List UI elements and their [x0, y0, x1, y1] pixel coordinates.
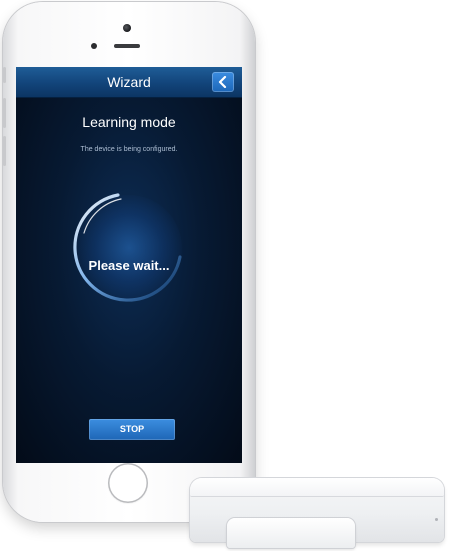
- phone-screen: Wizard Learning mode The device is being…: [16, 67, 242, 463]
- front-camera: [123, 24, 131, 32]
- please-wait-label: Please wait...: [88, 258, 170, 273]
- home-button[interactable]: [108, 463, 148, 503]
- sensor-magnet: [227, 518, 355, 548]
- earpiece-speaker: [114, 44, 140, 48]
- page-title: Learning mode: [82, 114, 176, 130]
- product-scene: Wizard Learning mode The device is being…: [0, 0, 451, 551]
- smartphone: Wizard Learning mode The device is being…: [3, 2, 255, 522]
- navigation-bar: Wizard: [16, 67, 242, 98]
- mute-switch: [3, 67, 6, 83]
- back-button[interactable]: [212, 72, 234, 92]
- stop-button[interactable]: STOP: [89, 419, 175, 440]
- sensor-lid: [190, 478, 444, 497]
- volume-up-button: [3, 98, 6, 128]
- proximity-sensor: [91, 43, 97, 49]
- volume-down-button: [3, 136, 6, 166]
- chevron-left-icon: [218, 76, 227, 88]
- status-description: The device is being configured.: [80, 146, 178, 153]
- loading-spinner: [68, 187, 190, 309]
- sensor-led: [435, 518, 438, 521]
- nav-title: Wizard: [107, 74, 151, 90]
- progress-ring-icon: [73, 193, 182, 302]
- door-window-sensor: [190, 478, 444, 548]
